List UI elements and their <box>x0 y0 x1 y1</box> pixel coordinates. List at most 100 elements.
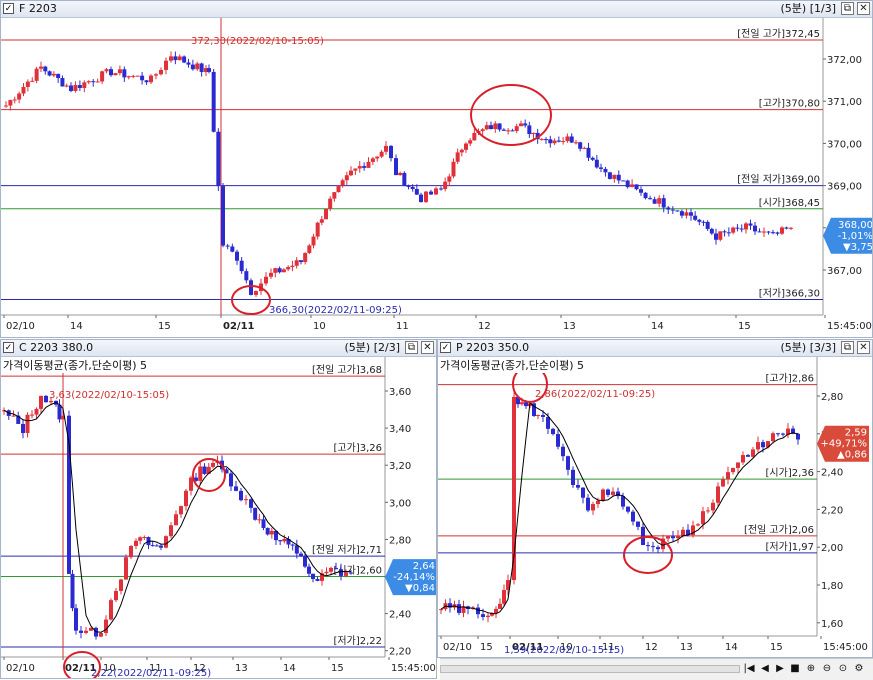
chart-scrollbar[interactable] <box>440 665 740 673</box>
candle-body <box>519 123 523 127</box>
time-tick-label: 12 <box>645 642 658 653</box>
candle-body <box>394 158 398 176</box>
reference-line-label: [저가]1,97 <box>766 541 814 553</box>
candle-body <box>64 85 69 87</box>
candle-body <box>253 507 258 520</box>
chart-panel-futures[interactable]: ✓ F 2203 (5분) [1/3] ⧉ ✕ 372,00 371,00 370,… <box>0 0 873 338</box>
zoom-out-icon[interactable]: ⊖ <box>820 662 834 676</box>
restore-icon[interactable]: ⧉ <box>405 341 418 354</box>
checkbox-icon[interactable]: ✓ <box>440 342 451 353</box>
scroll-left-icon[interactable]: ◀ <box>758 662 772 676</box>
candle-body <box>60 78 65 87</box>
period-high-annotation: 372,30(2022/02/10-15:05) <box>191 36 324 47</box>
candle-body <box>290 265 295 268</box>
candle-body <box>681 529 685 536</box>
candle-body <box>581 487 585 498</box>
candle-body <box>249 499 253 508</box>
time-tick-label: 14 <box>283 663 296 674</box>
candle-body <box>299 553 303 557</box>
scroll-left-end-icon[interactable]: |◀ <box>742 662 756 676</box>
zoom-in-icon[interactable]: ⊕ <box>804 662 818 676</box>
checkbox-icon[interactable]: ✓ <box>3 342 14 353</box>
candle-body <box>70 573 75 609</box>
indicator-label: 가격이동평균(종가,단순이평) 5 <box>3 357 150 373</box>
reference-line-label: [시가]368,45 <box>759 197 820 209</box>
close-icon[interactable]: ✕ <box>857 341 870 354</box>
candle-body <box>126 76 131 78</box>
candle-body <box>556 434 560 447</box>
checkbox-icon[interactable]: ✓ <box>3 3 14 14</box>
candle-body <box>353 168 358 171</box>
highlight-circle <box>470 84 552 146</box>
candle-body <box>599 167 603 169</box>
reference-line-label: [전일 고가]3,68 <box>312 364 382 376</box>
restore-icon[interactable]: ⧉ <box>841 2 854 15</box>
candle-body <box>666 536 670 539</box>
time-tick-label: 13 <box>235 663 248 674</box>
candle-body <box>705 221 710 229</box>
candle-body <box>179 506 183 515</box>
chart-panel-call[interactable]: ✓ C 2203 380.0 (5분) [2/3] ⧉ ✕ 3,60 3,40 3,… <box>0 339 437 679</box>
candle-body <box>726 472 730 480</box>
time-tick-label: 15:45:00 <box>823 642 868 653</box>
candle-body <box>74 608 78 631</box>
candle-body <box>684 212 689 216</box>
candle-body <box>661 198 666 208</box>
candle-body <box>776 433 780 435</box>
candle-body <box>481 614 485 617</box>
candle-body <box>225 245 230 247</box>
candle-body <box>646 545 650 547</box>
search-icon[interactable]: ⊙ <box>836 662 850 676</box>
candle-body <box>119 579 123 591</box>
candle-body <box>434 188 438 195</box>
candle-body <box>676 535 680 539</box>
chart-panel-put[interactable]: ✓ P 2203 350.0 (5분) [3/3] ⧉ ✕ 2,802,602,… <box>437 339 873 658</box>
stop-icon[interactable]: ■ <box>788 662 802 676</box>
candle-body <box>140 75 145 81</box>
candle-body <box>419 194 423 203</box>
candle-body <box>447 176 452 182</box>
candle-body <box>476 607 480 615</box>
candle-body <box>780 227 784 234</box>
candle-body <box>561 446 565 457</box>
settings-icon[interactable]: ⚙ <box>852 662 866 676</box>
price-tick-label: 2,40 <box>821 468 843 479</box>
candle-body <box>796 433 800 440</box>
close-icon[interactable]: ✕ <box>421 341 434 354</box>
candlestick-chart-call[interactable]: 3,603,403,203,002,802,602,402,2002/1002/… <box>1 357 437 679</box>
candle-body <box>135 75 140 77</box>
candle-body <box>709 228 714 234</box>
candle-body <box>766 231 771 233</box>
candle-body <box>630 184 635 188</box>
candlestick-chart-put[interactable]: 2,802,602,402,202,001,801,6002/101502/11… <box>438 357 873 658</box>
candlestick-chart-futures[interactable]: 372,00 371,00 370,00 369,00 368,00 367,00 02/1… <box>1 18 873 338</box>
candle-body <box>561 141 566 143</box>
candle-body <box>164 536 168 548</box>
candle-body <box>527 125 532 135</box>
candle-body <box>114 590 118 601</box>
candle-body <box>190 64 195 70</box>
candle-body <box>43 66 48 72</box>
candle-body <box>736 462 740 468</box>
candle-body <box>349 572 353 574</box>
close-icon[interactable]: ✕ <box>857 2 870 15</box>
play-icon[interactable]: ▶ <box>773 662 787 676</box>
candle-body <box>757 231 762 233</box>
candle-body <box>122 69 127 78</box>
reference-line-label: [전일 저가]369,00 <box>737 174 820 186</box>
candle-body <box>34 68 39 81</box>
candle-body <box>278 540 283 542</box>
candle-body <box>211 71 216 132</box>
panel-interval: (5분) [3/3] <box>780 341 837 354</box>
candle-body <box>332 192 337 199</box>
candle-body <box>546 416 550 429</box>
candle-body <box>25 81 30 87</box>
time-tick-label: 10 <box>313 321 326 332</box>
restore-icon[interactable]: ⧉ <box>841 341 854 354</box>
candle-body <box>129 545 133 558</box>
time-tick-label: 14 <box>651 321 664 332</box>
time-tick-label: 14 <box>70 321 83 332</box>
candle-body <box>109 69 113 76</box>
candle-body <box>21 86 26 94</box>
candle-body <box>159 545 163 548</box>
